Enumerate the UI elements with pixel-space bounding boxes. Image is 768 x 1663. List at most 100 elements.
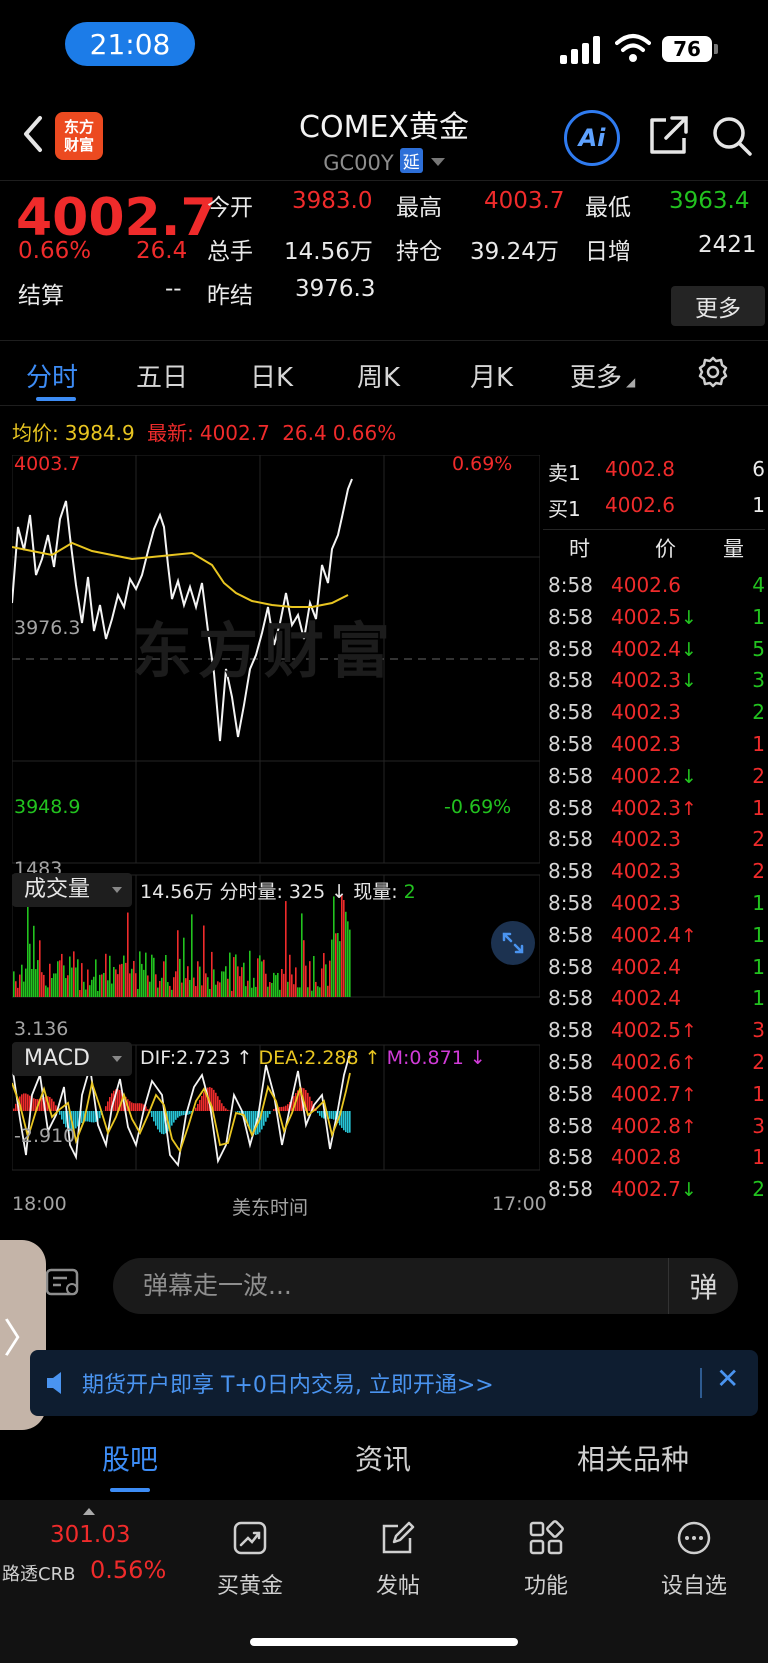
tick-price: 4002.3↑ [611, 796, 697, 820]
tab-daily-k[interactable]: 日K [250, 357, 293, 394]
macd-bar [221, 1103, 223, 1111]
volume-bar [243, 962, 245, 997]
add-watchlist-button[interactable]: 设自选 [644, 1520, 744, 1600]
functions-button[interactable]: 功能 [496, 1520, 596, 1600]
ai-assistant-button[interactable]: Ai [564, 110, 620, 166]
tab-five-day[interactable]: 五日 [136, 357, 188, 394]
macd-bar [237, 1111, 239, 1113]
volume-bar [107, 980, 109, 997]
volume-indicator-select[interactable]: 成交量 [12, 873, 132, 907]
volume-bar [111, 983, 113, 997]
macd-indicator-select[interactable]: MACD [12, 1042, 132, 1076]
volume-bar [127, 912, 129, 997]
volume-bar [297, 987, 299, 997]
volume-bar [119, 964, 121, 997]
tick-price: 4002.4 [611, 986, 681, 1010]
tick-volume: 1 [752, 922, 765, 947]
add-watchlist-label: 设自选 [660, 1574, 727, 1599]
post-button[interactable]: 发帖 [348, 1520, 448, 1600]
tab-intraday[interactable]: 分时 [26, 357, 78, 394]
tab-more[interactable]: 更多 ◢ [570, 357, 635, 394]
battery-tip [714, 44, 718, 54]
tab-forum[interactable]: 股吧 [102, 1438, 158, 1478]
contract-code-selector[interactable]: GC00Y 延 [240, 148, 528, 175]
tick-volume: 1 [752, 604, 765, 629]
tab-news[interactable]: 资讯 [355, 1438, 411, 1478]
arrow-up-icon: ↑ [680, 1115, 697, 1138]
tab-more-caret-icon: ◢ [626, 375, 636, 389]
tab-monthly-k[interactable]: 月K [470, 357, 513, 394]
volume-bar [19, 974, 21, 997]
danmaku-input[interactable]: 弹幕走一波... [113, 1258, 738, 1314]
macd-bar [23, 1093, 25, 1111]
macd-bar [333, 1111, 335, 1120]
chart-tabs: 分时 五日 日K 周K 月K 更多 ◢ [0, 345, 768, 405]
volume-bar [123, 955, 125, 997]
chart-canvas [12, 455, 540, 1171]
arrow-up-icon: ↑ [680, 797, 697, 820]
tick-volume: 1 [752, 954, 765, 979]
chart-up-icon [233, 1521, 267, 1555]
tick-price: 4002.3 [611, 891, 681, 915]
tick-price: 4002.4↓ [611, 637, 697, 661]
chart-top-pct: 0.69% [452, 453, 513, 475]
tick-price-value: 4002.4 [611, 922, 681, 947]
bid-label: 买1 [548, 497, 581, 521]
volume-bar [329, 960, 331, 997]
volume-bar [255, 986, 257, 997]
volume-bar [67, 975, 69, 997]
macd-bar [131, 1102, 133, 1111]
promo-banner[interactable]: 期货开户即享 T+0日内交易, 立即开通>> ✕ [30, 1350, 758, 1416]
tab-related[interactable]: 相关品种 [577, 1438, 689, 1478]
volume-bar [259, 955, 261, 997]
expand-chart-button[interactable] [491, 921, 535, 965]
buy-gold-button[interactable]: 买黄金 [200, 1520, 300, 1600]
macd-bar [227, 1109, 229, 1111]
volume-bar [13, 971, 15, 997]
tick-price-value: 4002.2 [611, 763, 681, 788]
open-label: 今开 [207, 195, 253, 221]
volume-bar [315, 981, 317, 997]
volume-bar [227, 978, 229, 997]
cellular-signal-icon [560, 34, 602, 64]
back-icon[interactable] [16, 112, 50, 156]
latest-value: 4002.7 [199, 421, 270, 445]
volume-bar [347, 921, 349, 997]
volume-bar [287, 981, 289, 997]
volume-bar [97, 990, 99, 997]
volume-bar [51, 978, 53, 997]
ask-label: 卖1 [548, 461, 581, 485]
tab-weekly-k[interactable]: 周K [357, 357, 400, 394]
danmaku-list-icon[interactable] [45, 1268, 81, 1298]
more-quote-button[interactable]: 更多 [671, 286, 765, 326]
search-icon[interactable] [710, 114, 754, 158]
buy-gold-label: 买黄金 [216, 1574, 283, 1599]
volume-bar [23, 981, 25, 997]
macd-panel-header: MACD DIF:2.723 ↑ DEA:2.288 ↑ M:0.871 ↓ [12, 1042, 540, 1076]
macd-bar [265, 1111, 267, 1122]
close-icon[interactable]: ✕ [716, 1362, 739, 1395]
index-ticker[interactable]: 301.03 路透CRB 0.56% [0, 1500, 180, 1610]
macd-bar [135, 1103, 137, 1111]
share-icon[interactable] [646, 114, 690, 158]
volume-bar [89, 985, 91, 997]
macd-bar [87, 1111, 89, 1122]
macd-bar [81, 1111, 83, 1123]
macd-bar [141, 1103, 143, 1111]
volume-bar [305, 965, 307, 997]
volume-bar [85, 989, 87, 997]
gear-icon[interactable] [696, 355, 730, 389]
volume-bar [147, 975, 149, 997]
volume-bar [153, 957, 155, 997]
volume-bar [213, 969, 215, 997]
volume-bar [151, 954, 153, 997]
divider [0, 405, 768, 406]
volume-bar [271, 982, 273, 997]
danmaku-toggle-button[interactable]: 弹 [668, 1258, 738, 1314]
macd-bar [179, 1111, 181, 1117]
macd-bar [347, 1111, 349, 1133]
tick-time: 8:58 [548, 763, 593, 788]
tick-row: 8:58 4002.3 2 [543, 827, 765, 859]
volume-bar [289, 954, 291, 997]
intraday-chart[interactable]: 4003.7 0.69% 3976.3 东方财富 3948.9 -0.69% 1… [12, 453, 547, 1220]
